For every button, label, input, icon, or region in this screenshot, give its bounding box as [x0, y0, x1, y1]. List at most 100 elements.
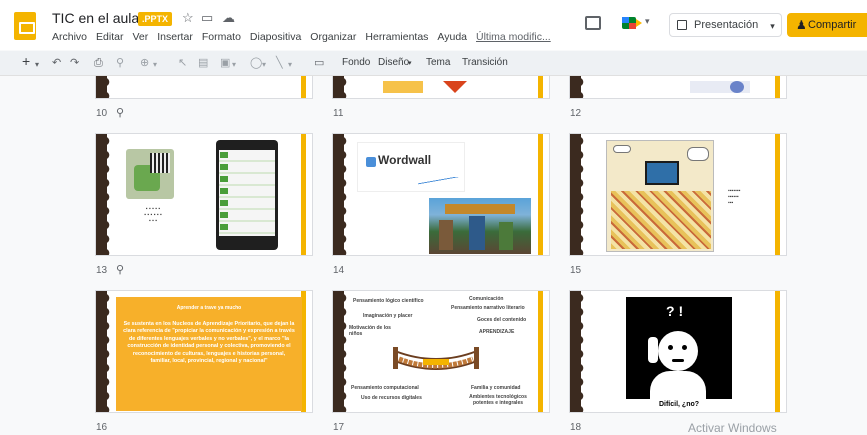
menu-organizar[interactable]: Organizar — [310, 31, 356, 45]
slides-logo-icon[interactable] — [14, 12, 36, 40]
star-icon[interactable]: ☆ — [182, 10, 194, 26]
cloud-status-icon[interactable]: ☁ — [222, 10, 235, 26]
slide-number-14: 14 — [333, 265, 345, 276]
meet-caret-icon[interactable]: ▾ — [645, 16, 650, 27]
slide17-label-8: Pensamiento computacional — [351, 385, 419, 391]
app-header: TIC en el aula .PPTX ☆ ▭ ☁ Archivo Edita… — [0, 0, 867, 50]
present-button[interactable]: Presentación — [669, 13, 769, 37]
slide15-caption: ▪▪▪▪▪▪▪ ▪▪▪▪▪▪ ▪▪▪ — [728, 188, 741, 206]
slide18-marks: ? ! — [666, 303, 684, 319]
menu-editar[interactable]: Editar — [96, 31, 123, 45]
diseno-caret-icon[interactable]: ▾ — [408, 59, 412, 67]
slide13-phone-screenshot — [216, 140, 278, 250]
tema-button[interactable]: Tema — [426, 57, 450, 68]
share-button[interactable]: ♟ Compartir — [787, 13, 867, 37]
slide17-label-2: Comunicación — [469, 296, 504, 302]
slide17-bridge-image — [391, 335, 481, 377]
slide-number-12: 12 — [570, 108, 582, 119]
present-label: Presentación — [694, 19, 759, 31]
menu-archivo[interactable]: Archivo — [52, 31, 87, 45]
menu-formato[interactable]: Formato — [202, 31, 241, 45]
new-slide-icon[interactable]: + — [22, 53, 30, 69]
paint-format-icon[interactable]: ⚲ — [116, 55, 124, 71]
fondo-button[interactable]: Fondo — [342, 57, 370, 68]
shape-caret-icon[interactable]: ▾ — [262, 57, 266, 73]
slide16-heading: Aprender a trave ya mucho — [176, 305, 242, 311]
slide11-shape — [383, 81, 423, 93]
slide-number-16: 16 — [96, 422, 108, 433]
new-slide-caret-icon[interactable]: ▾ — [35, 57, 39, 73]
menu-insertar[interactable]: Insertar — [157, 31, 193, 45]
slide17-label-10: Uso de recursos digitales — [361, 395, 422, 401]
slide-number-11: 11 — [333, 108, 344, 119]
menu-bar: Archivo Editar Ver Insertar Formato Diap… — [52, 31, 551, 45]
slide13-qr-image — [126, 149, 174, 199]
document-title[interactable]: TIC en el aula — [52, 10, 139, 26]
slide-number-15: 15 — [570, 265, 582, 276]
share-label: Compartir — [808, 19, 857, 31]
file-type-badge: .PPTX — [138, 12, 173, 26]
line-caret-icon[interactable]: ▾ — [288, 57, 292, 73]
zoom-caret-icon[interactable]: ▾ — [153, 57, 157, 73]
menu-ver[interactable]: Ver — [132, 31, 148, 45]
slide17-label-7: APRENDIZAJE — [479, 329, 515, 335]
slide17-label-5: Goces del contenido — [477, 317, 527, 323]
last-edit-link[interactable]: Última modific... — [476, 31, 551, 45]
diseno-button[interactable]: Diseño — [378, 57, 409, 68]
activate-windows-watermark: Activar Windows — [688, 421, 777, 435]
slide17-label-11: Ambientes tecnológicos potentes e integr… — [469, 394, 527, 406]
slide12-icon — [730, 81, 744, 93]
menu-diapositiva[interactable]: Diapositiva — [250, 31, 301, 45]
image-icon[interactable]: ▣ — [220, 55, 230, 71]
shape-icon[interactable]: ◯ — [250, 55, 262, 71]
comment-add-icon[interactable]: ▭ — [314, 55, 324, 71]
comments-icon[interactable] — [585, 16, 601, 30]
slides-app: TIC en el aula .PPTX ☆ ▭ ☁ Archivo Edita… — [0, 0, 867, 435]
zoom-icon[interactable]: ⊕ — [140, 55, 149, 71]
slide-thumb-14[interactable]: Wordwall — [332, 133, 550, 256]
print-icon[interactable]: ⎙ — [94, 55, 103, 71]
redo-icon[interactable]: ↷ — [70, 55, 79, 71]
slide14-minecraft-image — [429, 198, 531, 254]
slide-thumb-11[interactable] — [332, 76, 550, 99]
slide15-comic-image — [606, 140, 714, 252]
select-icon[interactable]: ↖ — [178, 55, 187, 71]
menu-herramientas[interactable]: Herramientas — [365, 31, 428, 45]
slide-thumb-12[interactable] — [569, 76, 787, 99]
slide-number-13: 13 — [96, 265, 108, 276]
slide-thumb-16[interactable]: Aprender a trave ya mucho Se sustenta en… — [95, 290, 313, 413]
slide-thumb-15[interactable]: ▪▪▪▪▪▪▪ ▪▪▪▪▪▪ ▪▪▪ — [569, 133, 787, 256]
slide-number-17: 17 — [333, 422, 345, 433]
slide-thumb-17[interactable]: Pensamiento lógico científico Comunicaci… — [332, 290, 550, 413]
slide-thumb-10[interactable] — [95, 76, 313, 99]
undo-icon[interactable]: ↶ — [52, 55, 61, 71]
link-icon: ⚲ — [116, 264, 125, 276]
transicion-button[interactable]: Transición — [462, 57, 508, 68]
slide-thumb-13[interactable]: ▪ ▪ ▪ ▪ ▪ ▪ ▪ ▪ ▪ ▪ ▪ ▪ ▪ ▪ — [95, 133, 313, 256]
slide16-text-panel: Aprender a trave ya mucho Se sustenta en… — [116, 297, 302, 411]
line-icon[interactable]: ╲ — [276, 55, 283, 71]
slide-number-18: 18 — [570, 422, 582, 433]
meet-icon[interactable] — [622, 14, 644, 32]
present-dropdown[interactable]: ▾ — [764, 13, 782, 37]
slide-number-10: 10 — [96, 108, 108, 119]
move-folder-icon[interactable]: ▭ — [201, 10, 213, 26]
slide14-wordwall-logo: Wordwall — [378, 153, 432, 167]
slide18-caption: Difícil, ¿no? — [658, 401, 700, 408]
slide11-arrow-shape — [443, 81, 467, 93]
slide17-label-9: Familia y comunidad — [471, 385, 521, 391]
slide17-label-4: Imaginación y placer — [363, 313, 413, 319]
slide18-confused-image: ? ! — [626, 297, 732, 399]
present-icon — [677, 20, 687, 30]
image-caret-icon[interactable]: ▾ — [232, 57, 236, 73]
slide14-wordwall-image: Wordwall — [357, 142, 465, 192]
slide17-label-3: Pensamiento narrativo literario — [451, 305, 525, 311]
toolbar: + ▾ ↶ ↷ ⎙ ⚲ ⊕ ▾ ↖ ▤ ▣ ▾ ◯ ▾ ╲ ▾ ▭ Fondo … — [0, 51, 867, 76]
lock-person-icon: ♟ — [796, 18, 807, 32]
link-icon: ⚲ — [116, 107, 125, 119]
slide16-body: Se sustenta en los Nucleos de Aprendizaj… — [123, 321, 295, 365]
slide-grid: 10 ⚲ 11 12 ▪ ▪ ▪ ▪ ▪ ▪ ▪ ▪ ▪ ▪ ▪ ▪ ▪ ▪ Wor… — [0, 76, 867, 435]
menu-ayuda[interactable]: Ayuda — [437, 31, 467, 45]
text-box-icon[interactable]: ▤ — [198, 55, 208, 71]
slide-thumb-18[interactable]: ? ! Difícil, ¿no? — [569, 290, 787, 413]
